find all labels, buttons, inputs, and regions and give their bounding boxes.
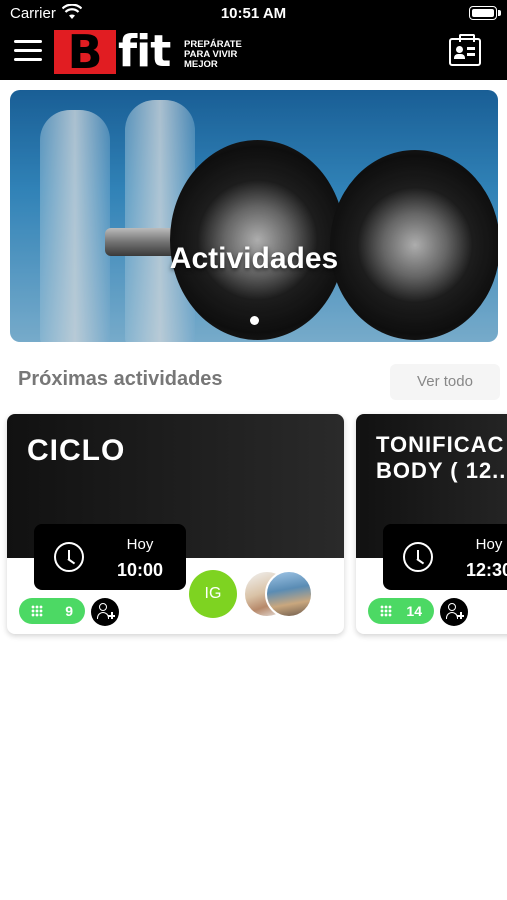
see-all-button[interactable]: Ver todo <box>390 364 500 400</box>
schedule-box: Hoy 10:00 <box>34 524 186 590</box>
participant-avatar <box>265 570 313 618</box>
participant-avatar: IG <box>189 570 237 618</box>
activity-day: Hoy <box>126 536 154 553</box>
activity-card[interactable]: CICLO Hoy 10:00 9 IG <box>7 414 344 634</box>
activity-name: CICLO <box>27 434 126 467</box>
status-bar: Carrier 10:51 AM <box>0 0 507 28</box>
activity-time: 12:30 <box>465 560 507 580</box>
section-title: Próximas actividades <box>18 368 223 390</box>
grid-icon <box>31 605 43 617</box>
activity-name: TONIFICAC BODY ( 12... <box>376 432 507 483</box>
hamburger-menu-icon[interactable] <box>14 40 42 62</box>
spots-badge: 9 <box>19 598 85 624</box>
bfit-logo: B fit PREPÁRATE PARA VIVIR MEJOR <box>54 26 264 77</box>
activity-time: 10:00 <box>116 560 164 580</box>
battery-icon <box>469 6 501 20</box>
carousel-page-indicator[interactable] <box>250 316 259 325</box>
hero-title: Actividades <box>169 242 339 275</box>
clock-icon <box>54 542 84 572</box>
add-participant-icon[interactable] <box>440 598 468 626</box>
app-screen: Carrier 10:51 AM B fit PREPÁRATE PARA VI… <box>0 0 507 900</box>
spots-count: 14 <box>406 603 422 619</box>
add-participant-icon[interactable] <box>91 598 119 626</box>
spots-badge: 14 <box>368 598 434 624</box>
clock-time: 10:51 AM <box>220 5 287 22</box>
spots-count: 9 <box>65 603 73 619</box>
member-card-icon[interactable] <box>449 34 481 66</box>
activity-day: Hoy <box>475 536 503 553</box>
logo-word: fit <box>118 26 171 77</box>
top-bar: Carrier 10:51 AM B fit PREPÁRATE PARA VI… <box>0 0 507 80</box>
logo-letter: B <box>54 29 116 75</box>
activity-card[interactable]: TONIFICAC BODY ( 12... Hoy 12:30 14 <box>356 414 507 634</box>
schedule-box: Hoy 12:30 <box>383 524 507 590</box>
logo-tagline: PREPÁRATE PARA VIVIR MEJOR <box>184 39 242 70</box>
grid-icon <box>380 605 392 617</box>
hero-banner-activities[interactable]: Actividades <box>10 90 498 342</box>
clock-icon <box>403 542 433 572</box>
